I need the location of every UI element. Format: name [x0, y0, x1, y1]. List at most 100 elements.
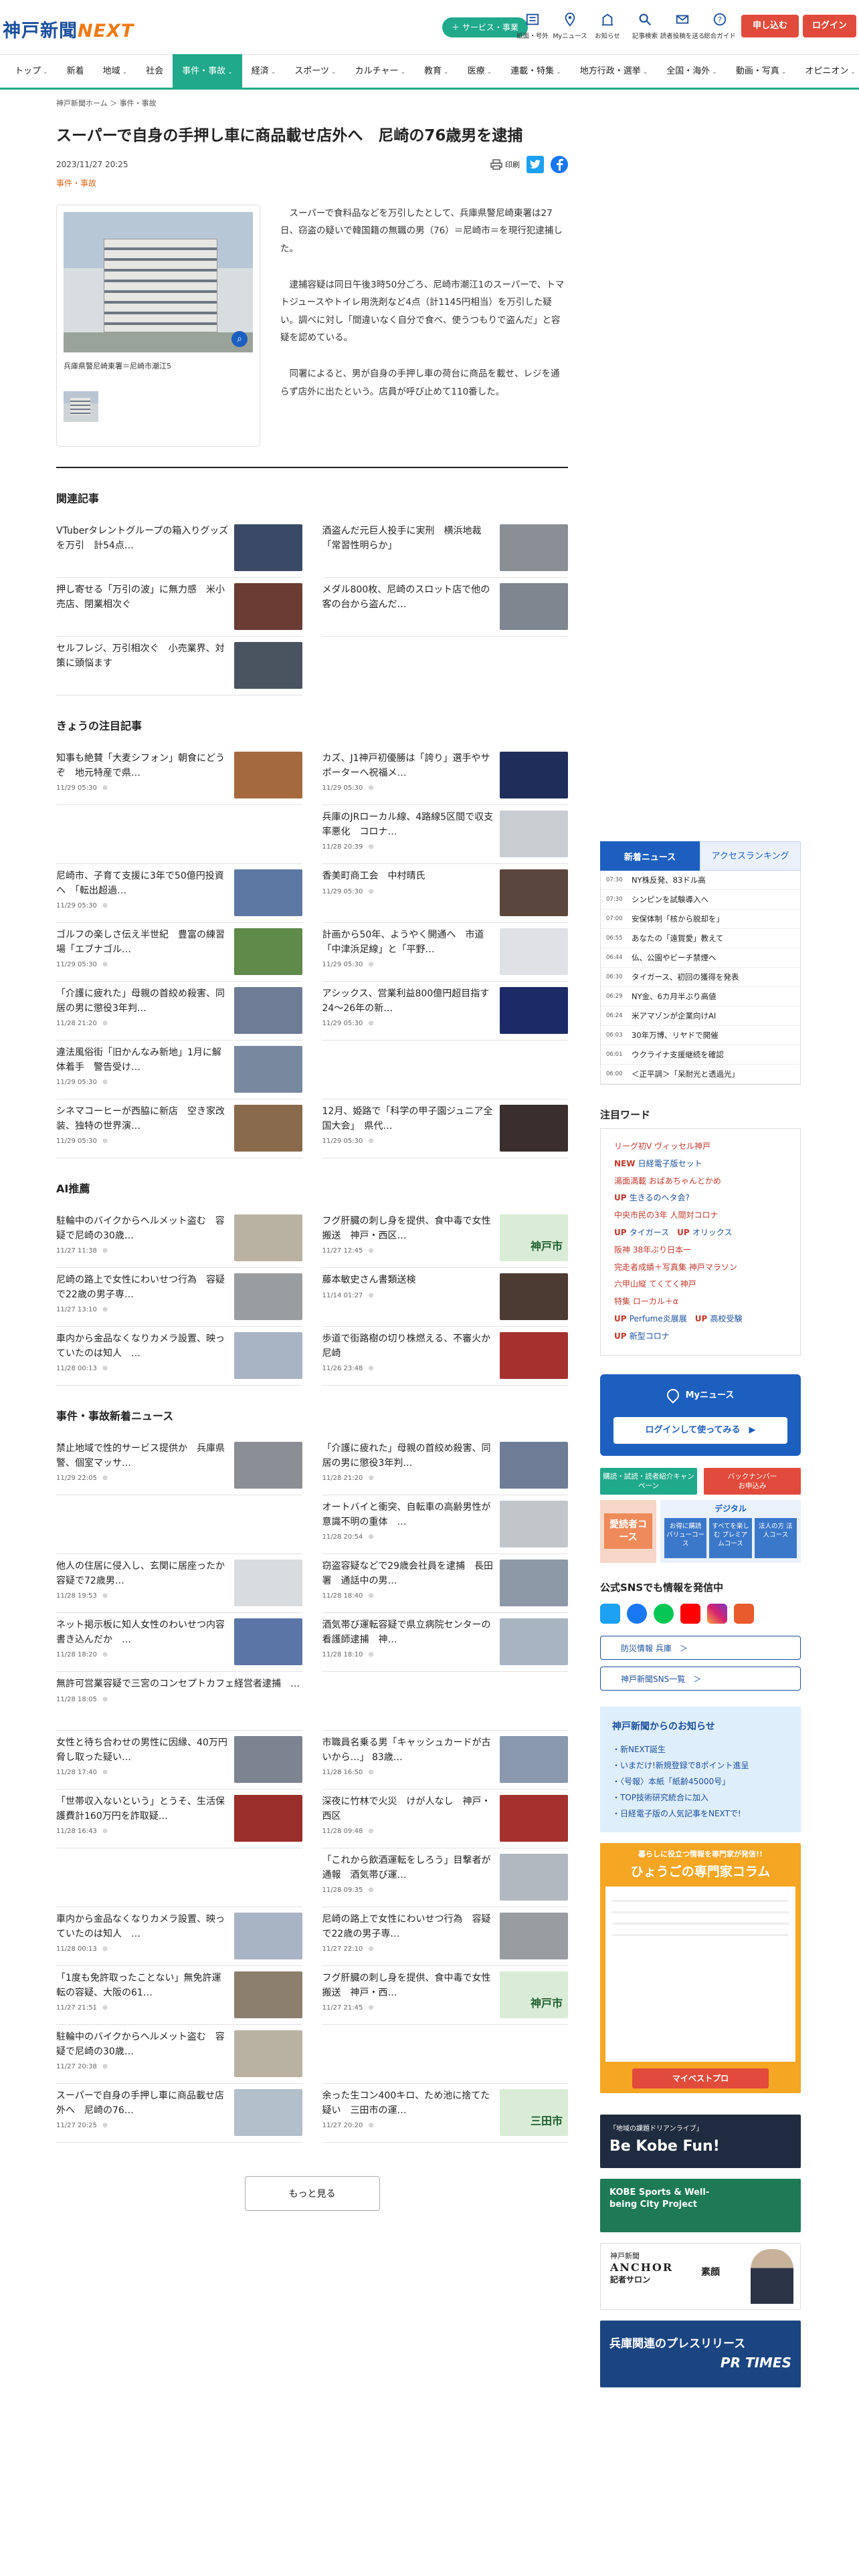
trending-word[interactable]: 中央市民の3年 人間対コロナ: [614, 1210, 718, 1220]
paper-icon-button[interactable]: 紙面・号外: [514, 12, 551, 40]
post-icon-button[interactable]: 読者投稿を送る: [660, 12, 704, 40]
trending-word[interactable]: UP 新型コロナ: [614, 1331, 670, 1341]
tab-access-ranking[interactable]: アクセスランキング: [700, 841, 801, 871]
notice-icon-button[interactable]: お知らせ: [589, 12, 626, 40]
article-card[interactable]: 「介護に疲れた」母親の首絞め殺害、同居の男に懲役3年判… 11/28 21:20 ⊕: [322, 1436, 568, 1496]
article-card[interactable]: スーパーで自身の手押し車に商品載せ店外へ 尼崎の76… 11/27 20:25 ⊕: [56, 2084, 302, 2143]
line-icon[interactable]: [654, 1603, 674, 1624]
article-card[interactable]: アシックス、営業利益800億円超目指す 24～26年の新… 11/29 05:30…: [322, 982, 568, 1041]
nav-item[interactable]: 地方行政・選挙 ⌄: [571, 54, 658, 89]
article-photo[interactable]: ⌕: [64, 212, 253, 353]
news-list-item[interactable]: 06:03 30年万博、リヤドで開催: [601, 1026, 800, 1045]
digital-course[interactable]: お得に購読 バリューコース: [664, 1517, 707, 1558]
expert-column-banner[interactable]: 暮らしに役立つ情報を専門家が発信!! ひょうごの専門家コラム マイベストプロ: [600, 1842, 801, 2093]
backnumber-banner[interactable]: バックナンバー お申込み: [704, 1467, 801, 1495]
article-card[interactable]: 知事も絶賛「大麦シフォン」朝食にどうぞ 地元特産で県… 11/29 05:30 ⊕: [56, 746, 302, 806]
article-card[interactable]: 違法風俗街「旧かんなみ新地」1月に解体着手 警告受け… 11/29 05:30 ⊕: [56, 1041, 302, 1100]
anchor-salon-banner[interactable]: 神戸新聞 ANCHOR 記者サロン 素顔: [600, 2242, 801, 2310]
nav-item[interactable]: 医療 ⌄: [458, 54, 502, 89]
news-list-item[interactable]: 07:30 シンピンを試験導入へ: [601, 890, 800, 909]
article-card[interactable]: 押し寄せる「万引の波」に無力感 米小売店、閉業相次ぐ: [56, 578, 302, 637]
article-card[interactable]: 余った生コン400キロ、ため池に捨てた疑い 三田市の運… 11/27 20:20 ⊕…: [322, 2084, 568, 2143]
article-card[interactable]: 「介護に疲れた」母親の首絞め殺害、同居の男に懲役3年判… 11/28 21:20 ⊕: [56, 982, 302, 1041]
site-logo[interactable]: 神戸新聞NEXT: [3, 16, 134, 42]
news-list-item[interactable]: 06:00 ＜正平調＞「呆耐光と透過光」: [601, 1065, 800, 1084]
trending-word[interactable]: UP 生きるのへタ会?: [614, 1193, 690, 1202]
nav-item[interactable]: 地域 ⌄: [94, 54, 137, 89]
article-card[interactable]: 「1度も免許取ったことない」無免許運転の容疑、大阪の61… 11/27 21:51…: [56, 1966, 302, 2026]
article-card[interactable]: 駐輪中のバイクからヘルメット盗む 容疑で尼崎の30歳… 11/27 20:38 ⊕: [56, 2025, 302, 2084]
notice-item[interactable]: ・〈号報〉本紙「紙齢45000号」: [612, 1774, 789, 1790]
article-card[interactable]: 計画から50年、ようやく開通へ 市道「中津浜足線」と「平野… 11/29 05:3…: [322, 923, 568, 982]
trending-word[interactable]: 湯面満載 おばあちゃんとかめ: [614, 1176, 721, 1186]
article-card[interactable]: 深夜に竹林で火災 けが人なし 神戸・西区 11/28 09:48 ⊕: [322, 1790, 568, 1849]
guide-icon-button[interactable]: ? 総合ガイド: [701, 12, 739, 40]
trending-word[interactable]: UP 高校受験: [695, 1314, 743, 1323]
nav-item[interactable]: 社会: [136, 54, 173, 89]
more-button[interactable]: もっと見る: [244, 2176, 380, 2212]
article-card[interactable]: 「これから飲酒運転をしろう」目撃者が通報 酒気帯び運… 11/28 09:35 ⊕: [322, 1848, 568, 1908]
pr-times-banner[interactable]: 兵庫関連のプレスリリース PR TIMES: [600, 2320, 801, 2387]
article-card[interactable]: 無許可営業容疑で三宮のコンセプトカフェ経営者逮捕 … 11/28 18:05 ⊕: [56, 1672, 302, 1731]
campaign-banner[interactable]: 購読・試読・読者紹介キャンペーン: [600, 1467, 697, 1495]
article-card[interactable]: メダル800枚、尼崎のスロット店で他の客の台から盗んだ…: [322, 578, 568, 637]
photo-thumbnail[interactable]: [64, 391, 98, 423]
news-list-item[interactable]: 06:30 タイガース、初回の獲得を発表: [601, 968, 800, 987]
trending-word[interactable]: 六甲山縦 てくてく神戸: [614, 1279, 696, 1289]
nav-item[interactable]: 動画・写真 ⌄: [727, 54, 796, 89]
article-card[interactable]: 酒気帯び運転容疑で県立病院センターの看護師逮捕 神… 11/28 18:10 ⊕: [322, 1613, 568, 1673]
article-card[interactable]: セルフレジ、万引相次ぐ 小売業界、対策に頭悩ます: [56, 637, 302, 696]
article-card[interactable]: 尼崎の路上で女性にわいせつ行為 容疑で22歳の男子専… 11/27 13:10 ⊕: [56, 1268, 302, 1327]
article-card[interactable]: 車内から金品なくなりカメラ設置、映っていたのは知人 … 11/28 00:13 ⊕: [56, 1327, 302, 1386]
article-card[interactable]: 他人の住居に侵入し、玄関に居座ったか 容疑で72歳男… 11/28 19:53 ⊕: [56, 1554, 302, 1614]
article-card[interactable]: 禁止地域で性的サービス提供か 兵庫県警、個室マッサ… 11/29 22:05 ⊕: [56, 1436, 302, 1496]
article-card[interactable]: 尼崎市、子育て支援に3年で50億円投資へ 「転出超過… 11/29 05:30 ⊕: [56, 864, 302, 924]
breadcrumb[interactable]: 神戸新聞ホーム ＞ 事件・事故: [56, 98, 568, 108]
trending-word[interactable]: 完走者成績＋写真集 神戸マラソン: [614, 1263, 737, 1272]
article-card[interactable]: 車内から金品なくなりカメラ設置、映っていたのは知人 … 11/28 00:13 ⊕: [56, 1907, 302, 1967]
nav-item[interactable]: 連載・特集 ⌄: [501, 54, 571, 89]
article-card[interactable]: 窃盗容疑などで29歳会社員を逮捕 長田署 通話中の男… 11/28 18:40 ⊕: [322, 1554, 568, 1614]
be-kobe-fun-banner[interactable]: 「地域の課題ドリアンライブ」 Be Kobe Fun!: [600, 2114, 801, 2168]
trending-word[interactable]: リーグ初V ヴィッセル神戸: [614, 1142, 710, 1151]
article-card[interactable]: VTuberタレントグループの箱入りグッズを万引 計54点…: [56, 519, 302, 578]
notice-item[interactable]: ・日経電子版の人気記事をNEXTで!: [612, 1806, 789, 1822]
trending-word[interactable]: 特集 ローカル＋α: [614, 1297, 678, 1306]
article-card[interactable]: シネマコーヒーが西脇に新店 空き家改装、独特の世界演… 11/29 05:30 ⊕: [56, 1099, 302, 1159]
notice-item[interactable]: ・TOP技術研究統合に加入: [612, 1790, 789, 1806]
article-card[interactable]: オートバイと衝突、自転車の高齢男性が意識不明の重体 … 11/28 20:54 ⊕: [322, 1495, 568, 1555]
article-card[interactable]: 市職員名乗る男「キャッシュカードが古いから…」 83歳… 11/28 16:50 ⊕: [322, 1731, 568, 1790]
facebook-share-button[interactable]: [551, 156, 568, 174]
nav-item[interactable]: トップ ⌄: [5, 54, 58, 89]
article-category[interactable]: 事件・事故: [56, 177, 568, 189]
course-subscriber[interactable]: 愛読者コース: [600, 1499, 656, 1563]
nav-item[interactable]: 教育 ⌄: [415, 54, 458, 89]
zoom-icon[interactable]: ⌕: [231, 331, 248, 348]
nav-item[interactable]: 新着: [58, 54, 94, 89]
article-card[interactable]: 「世帯収入ないという」とうそ、生活保護費計160万円を詐取疑… 11/28 16:…: [56, 1790, 302, 1849]
notice-item[interactable]: ・新NEXT誕生: [612, 1741, 789, 1757]
article-card[interactable]: カズ、J1神戸初優勝は「誇り」選手やサポーターへ祝福メ… 11/29 05:30 ⊕: [322, 746, 568, 806]
nav-item[interactable]: スポーツ ⌄: [285, 54, 345, 89]
article-card[interactable]: フグ肝臓の刺し身を提供、食中毒で女性搬送 神戸・西… 11/27 21:45 ⊕ 神戸…: [322, 1966, 568, 2026]
article-card[interactable]: ゴルフの楽しさ伝え半世紀 豊富の練習場「エブナゴル… 11/29 05:30 ⊕: [56, 923, 302, 982]
login-button[interactable]: ログイン: [803, 15, 856, 37]
article-card[interactable]: 香美町商工会 中村晴氏 11/29 05:30 ⊕: [322, 864, 568, 924]
news-list-item[interactable]: 07:30 NY株反発、83ドル高: [601, 871, 800, 890]
nav-item[interactable]: 全国・海外 ⌄: [657, 54, 727, 89]
twitter-share-button[interactable]: [527, 156, 544, 174]
nav-item[interactable]: 経済 ⌄: [242, 54, 286, 89]
news-list-item[interactable]: 06:29 NY金、6カ月半ぶり高値: [601, 987, 800, 1006]
article-card[interactable]: 尼崎の路上で女性にわいせつ行為 容疑で22歳の男子専… 11/27 22:10 ⊕: [322, 1907, 568, 1967]
trending-word[interactable]: UP Perfume炎展展: [614, 1314, 687, 1323]
digital-course[interactable]: 法人の方 法人コース: [754, 1517, 797, 1558]
mynews-icon-button[interactable]: Myニュース: [551, 12, 589, 40]
instagram-icon[interactable]: [707, 1603, 727, 1624]
nav-item[interactable]: オピニオン ⌄: [795, 54, 859, 89]
article-card[interactable]: 兵庫のJRローカル線、4路線5区間で収支率悪化 コロナ… 11/28 20:39 ⊕: [322, 805, 568, 865]
article-card[interactable]: 12月、姫路で「科学の甲子園ジュニア全国大会」 県代… 11/29 05:30 ⊕: [322, 1099, 568, 1159]
disaster-info-link[interactable]: 防災情報 兵庫 ＞: [600, 1635, 801, 1660]
trending-word[interactable]: UP タイガース: [614, 1228, 669, 1237]
tab-new-news[interactable]: 新着ニュース: [600, 841, 700, 871]
article-card[interactable]: フグ肝臓の刺し身を提供、食中毒で女性搬送 神戸・西区… 11/27 12:45 ⊕ 神…: [322, 1209, 568, 1269]
